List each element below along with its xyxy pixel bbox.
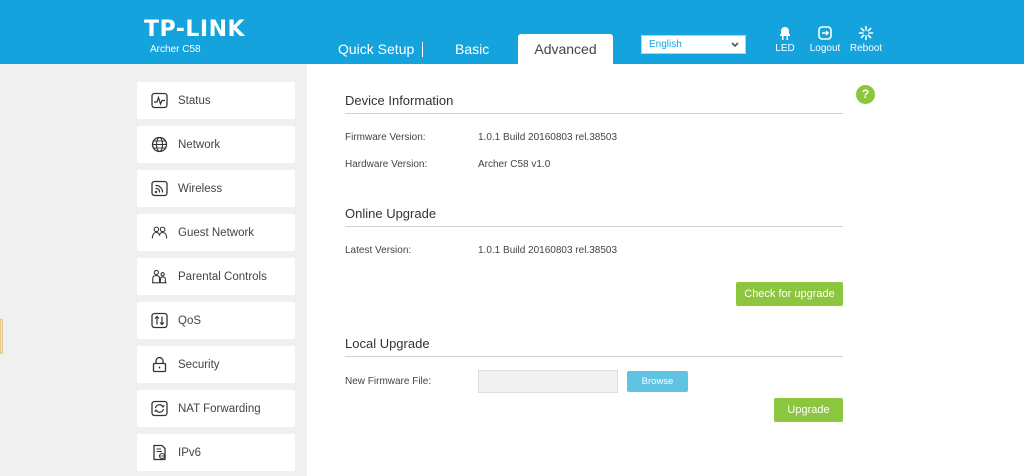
firmware-file-input[interactable]: [478, 370, 618, 393]
latest-version-value: 1.0.1 Build 20160803 rel.38503: [478, 245, 618, 256]
upgrade-button[interactable]: Upgrade: [774, 398, 843, 422]
main-panel: ? Device Information Firmware Version: 1…: [307, 64, 1024, 476]
side-collapse-handle[interactable]: [0, 319, 3, 354]
device-info-title: Device Information: [345, 93, 454, 108]
led-button[interactable]: LED: [765, 25, 805, 54]
brand: TP-LINK Archer C58: [144, 17, 246, 56]
sidebar: Status Network Wireless Guest Network Pa…: [0, 64, 307, 476]
reboot-icon: [858, 25, 874, 41]
nat-forwarding-icon: [151, 400, 168, 417]
globe-icon: [151, 136, 168, 153]
hardware-version-label: Hardware Version:: [345, 159, 428, 170]
tab-quick-setup[interactable]: Quick Setup: [338, 34, 414, 64]
local-upgrade-title: Local Upgrade: [345, 336, 430, 351]
model-name: Archer C58: [150, 44, 201, 55]
led-icon: [780, 27, 790, 40]
sidebar-item-label: Network: [178, 138, 221, 151]
logout-label: Logout: [809, 43, 841, 54]
logout-button[interactable]: Logout: [805, 25, 845, 54]
chevron-down-icon: [730, 36, 740, 59]
parental-controls-icon: [151, 268, 168, 285]
tab-advanced[interactable]: Advanced: [518, 34, 613, 64]
hardware-version-value: Archer C58 v1.0: [478, 159, 551, 170]
sidebar-item-parental-controls[interactable]: Parental Controls: [137, 258, 295, 295]
sidebar-item-label: IPv6: [178, 446, 202, 459]
brand-logo: TP-LINK: [144, 17, 246, 42]
lock-icon: [151, 356, 168, 373]
sidebar-item-wireless[interactable]: Wireless: [137, 170, 295, 207]
new-firmware-file-label: New Firmware File:: [345, 376, 432, 387]
firmware-version-value: 1.0.1 Build 20160803 rel.38503: [478, 132, 618, 143]
ipv6-icon: [151, 444, 168, 461]
sidebar-item-label: Security: [178, 358, 220, 371]
section-divider: [345, 226, 843, 227]
sidebar-item-label: Guest Network: [178, 226, 255, 239]
online-upgrade-title: Online Upgrade: [345, 206, 437, 221]
wireless-icon: [151, 180, 168, 197]
status-icon: [151, 92, 168, 109]
check-for-upgrade-button[interactable]: Check for upgrade: [736, 282, 843, 306]
sidebar-item-security[interactable]: Security: [137, 346, 295, 383]
reboot-button[interactable]: Reboot: [846, 25, 886, 54]
tab-basic[interactable]: Basic: [455, 34, 489, 64]
sidebar-item-label: Wireless: [178, 182, 223, 195]
led-label: LED: [775, 43, 795, 54]
latest-version-label: Latest Version:: [345, 245, 412, 256]
sidebar-item-guest-network[interactable]: Guest Network: [137, 214, 295, 251]
reboot-label: Reboot: [849, 43, 883, 54]
guest-network-icon: [151, 224, 168, 241]
qos-icon: [151, 312, 168, 329]
sidebar-item-ipv6[interactable]: IPv6: [137, 434, 295, 471]
help-button[interactable]: ?: [856, 85, 875, 104]
sidebar-item-nat-forwarding[interactable]: NAT Forwarding: [137, 390, 295, 427]
section-divider: [345, 113, 843, 114]
sidebar-item-network[interactable]: Network: [137, 126, 295, 163]
sidebar-item-label: Parental Controls: [178, 270, 267, 283]
firmware-version-label: Firmware Version:: [345, 132, 426, 143]
sidebar-item-label: NAT Forwarding: [178, 402, 261, 415]
language-selected: English: [649, 39, 682, 50]
sidebar-item-label: Status: [178, 94, 211, 107]
sidebar-item-status[interactable]: Status: [137, 82, 295, 119]
logout-icon: [818, 26, 832, 40]
sidebar-item-label: QoS: [178, 314, 202, 327]
browse-button[interactable]: Browse: [627, 371, 688, 392]
language-select[interactable]: English: [641, 35, 746, 54]
sidebar-item-qos[interactable]: QoS: [137, 302, 295, 339]
top-header: TP-LINK Archer C58 Quick Setup Basic Adv…: [0, 0, 1024, 64]
tab-divider: [422, 42, 423, 57]
section-divider: [345, 356, 843, 357]
